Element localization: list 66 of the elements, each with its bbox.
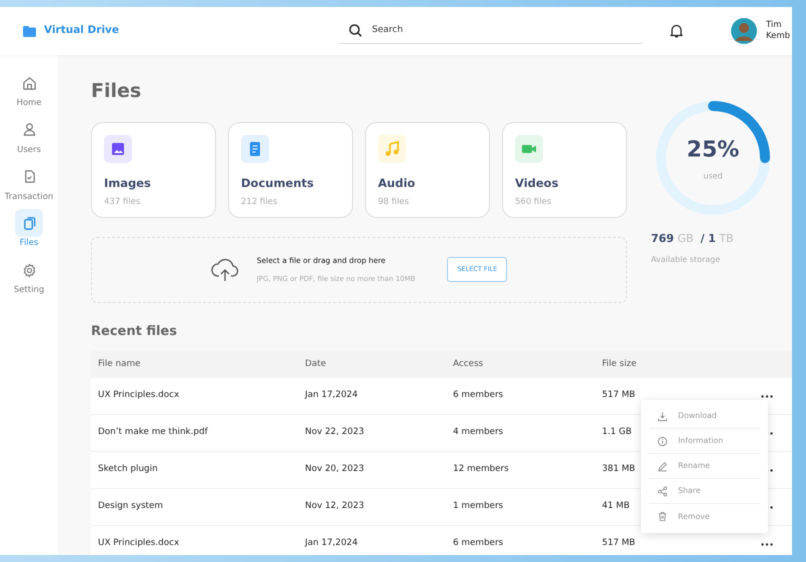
table-cell: 1 members (453, 501, 504, 512)
table-cell: Nov 12, 2023 (305, 501, 364, 512)
table-cell: Sketch plugin (98, 464, 158, 474)
info-icon (657, 436, 668, 446)
pencil-icon (657, 460, 668, 472)
table-cell: Jan 17,2024 (305, 390, 358, 400)
sidebar-item[interactable]: Transaction (0, 162, 58, 204)
user-name: Tim Kemb (766, 20, 792, 42)
table-cell: 6 members (453, 390, 504, 400)
table-cell: 12 members (453, 464, 509, 474)
share-icon (657, 486, 668, 496)
category-card[interactable]: Audio 98 files (365, 122, 490, 218)
column-header: File name (97, 358, 142, 371)
user-icon (22, 122, 36, 138)
table-cell: Nov 22, 2023 (305, 427, 364, 438)
sidebar-item[interactable]: Users (0, 116, 58, 156)
table-cell: 517 MB (602, 390, 636, 400)
folder-icon (23, 26, 36, 36)
table-cell: 381 MB (602, 464, 636, 474)
section-title: Recent files (91, 322, 178, 340)
storage-caption: used (702, 170, 724, 182)
table-cell: Nov 20, 2023 (305, 464, 364, 474)
table-cell: 517 MB (602, 538, 636, 548)
upload-cloud-icon (210, 258, 239, 282)
table-cell: 4 members (453, 427, 504, 438)
table-cell: 41 MB (602, 501, 630, 512)
column-header: Access (453, 358, 484, 371)
file-count: 560 files (515, 196, 552, 210)
bell-icon[interactable] (670, 24, 683, 38)
category-card[interactable]: Documents 212 files (228, 122, 353, 218)
more-icon[interactable] (761, 542, 773, 546)
table-cell: UX Principles.docx (98, 538, 180, 548)
storage-amount: 769 GB / 1 TB (651, 231, 734, 247)
sidebar-item[interactable]: Files (0, 209, 58, 250)
sidebar-item[interactable]: Home (0, 69, 58, 110)
category-card[interactable]: Images 437 files (91, 122, 216, 218)
table-cell: 1.1 GB (602, 427, 632, 438)
brand-name[interactable]: Virtual Drive (44, 23, 120, 39)
category-title: Documents (241, 176, 315, 190)
column-header: File size (602, 358, 638, 371)
table-cell: Jan 17,2024 (305, 538, 358, 548)
table-cell: Don’t make me think.pdf (98, 427, 208, 438)
table-cell: Design system (98, 501, 163, 512)
category-title: Audio (378, 176, 416, 190)
column-header: Date (305, 358, 328, 371)
table-cell: UX Principles.docx (98, 390, 180, 400)
more-icon[interactable] (761, 394, 773, 398)
category-title: Videos (515, 176, 560, 190)
sidebar-item[interactable]: Setting (0, 256, 58, 297)
file-count: 98 files (378, 196, 410, 210)
storage-label: Available storage (651, 254, 720, 266)
file-count: 212 files (241, 196, 278, 210)
file-count: 437 files (104, 196, 142, 210)
home-icon (22, 76, 36, 90)
category-card[interactable]: Videos 560 files (502, 122, 627, 218)
search-icon (349, 24, 362, 37)
storage-percent: 25% (686, 136, 740, 164)
page-title: Files (91, 79, 142, 104)
table-cell: 6 members (453, 538, 504, 548)
avatar[interactable] (731, 18, 757, 44)
search-field[interactable]: Search (372, 24, 633, 38)
download-icon (657, 410, 668, 422)
files-icon (22, 216, 36, 231)
category-title: Images (104, 176, 152, 190)
trash-icon (657, 511, 668, 522)
settings-icon (22, 262, 36, 278)
